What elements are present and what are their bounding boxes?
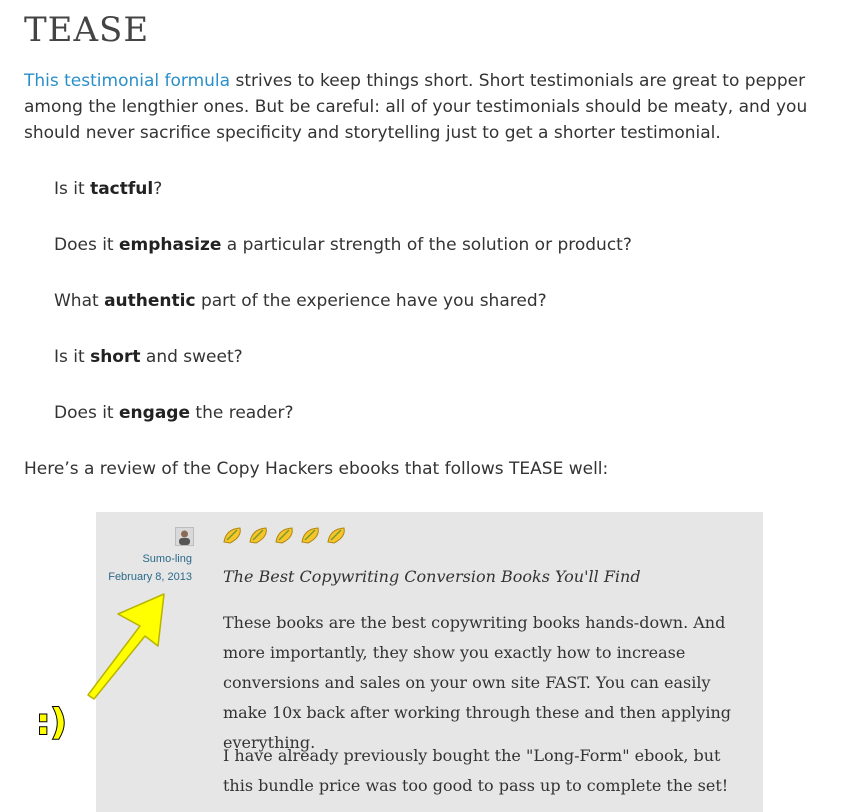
question-keyword: emphasize bbox=[119, 235, 222, 255]
question-text: Is it bbox=[54, 179, 91, 199]
taco-icon bbox=[327, 527, 345, 544]
question-text: ? bbox=[153, 179, 163, 199]
question-text: the reader? bbox=[190, 403, 294, 423]
star-rating bbox=[222, 525, 348, 545]
question-keyword: tactful bbox=[90, 179, 154, 199]
taco-icon bbox=[301, 527, 319, 544]
outro-paragraph: Here’s a review of the Copy Hackers eboo… bbox=[24, 459, 609, 479]
taco-icon bbox=[223, 527, 241, 544]
smiley-emoticon-icon: :) bbox=[35, 701, 68, 744]
section-heading: TEASE bbox=[24, 10, 150, 50]
question-engage: Does it engage the reader? bbox=[54, 400, 293, 426]
review-card: Sumo-ling February 8, 2013 The Best Copy… bbox=[96, 512, 763, 812]
question-tactful: Is it tactful? bbox=[54, 176, 162, 202]
reviewer-avatar[interactable] bbox=[175, 527, 194, 546]
taco-icon bbox=[275, 527, 293, 544]
question-authentic: What authentic part of the experience ha… bbox=[54, 288, 547, 314]
review-body-paragraph: I have already previously bought the "Lo… bbox=[223, 746, 729, 795]
question-keyword: short bbox=[90, 347, 141, 367]
question-keyword: authentic bbox=[104, 291, 196, 311]
svg-text::): :) bbox=[36, 702, 67, 743]
question-keyword: engage bbox=[119, 403, 190, 423]
question-text: What bbox=[54, 291, 105, 311]
review-title: The Best Copywriting Conversion Books Yo… bbox=[223, 567, 641, 586]
intro-paragraph: This testimonial formula strives to keep… bbox=[24, 68, 840, 146]
question-short: Is it short and sweet? bbox=[54, 344, 243, 370]
question-text: Does it bbox=[54, 403, 120, 423]
question-text: part of the experience have you shared? bbox=[195, 291, 547, 311]
question-emphasize: Does it emphasize a particular strength … bbox=[54, 232, 632, 258]
question-text: and sweet? bbox=[140, 347, 243, 367]
review-body-paragraph: These books are the best copywriting boo… bbox=[223, 613, 731, 752]
reviewer-name[interactable]: Sumo-ling bbox=[96, 553, 192, 565]
question-text: Does it bbox=[54, 235, 120, 255]
question-text: a particular strength of the solution or… bbox=[221, 235, 632, 255]
testimonial-formula-link[interactable]: This testimonial formula bbox=[24, 71, 230, 91]
question-text: Is it bbox=[54, 347, 91, 367]
review-date: February 8, 2013 bbox=[108, 571, 192, 583]
taco-icon bbox=[249, 527, 267, 544]
